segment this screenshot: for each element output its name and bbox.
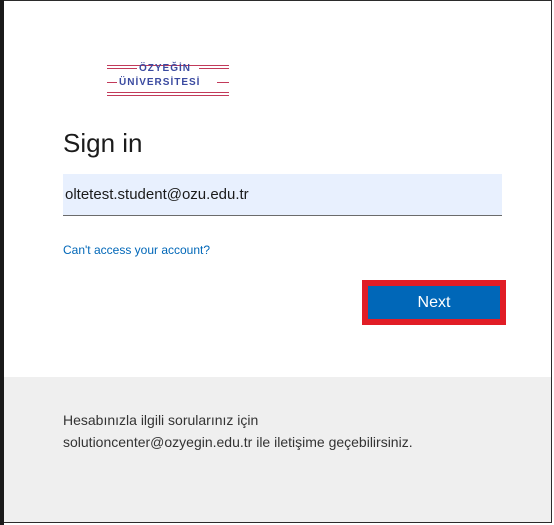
university-logo: ÖZYEĞİN ÜNİVERSİTESİ: [107, 62, 229, 100]
next-button-highlight: Next: [362, 280, 506, 325]
next-button[interactable]: Next: [368, 286, 500, 319]
logo-line-2: ÜNİVERSİTESİ: [119, 77, 201, 88]
email-field[interactable]: [63, 174, 502, 216]
cant-access-account-link[interactable]: Can't access your account?: [63, 243, 210, 257]
logo-line-1: ÖZYEĞİN: [139, 63, 192, 74]
footer-panel: Hesabınızla ilgili sorularınız için solu…: [4, 377, 551, 522]
footer-message: Hesabınızla ilgili sorularınız için solu…: [63, 412, 413, 450]
page-title: Sign in: [63, 128, 143, 158]
